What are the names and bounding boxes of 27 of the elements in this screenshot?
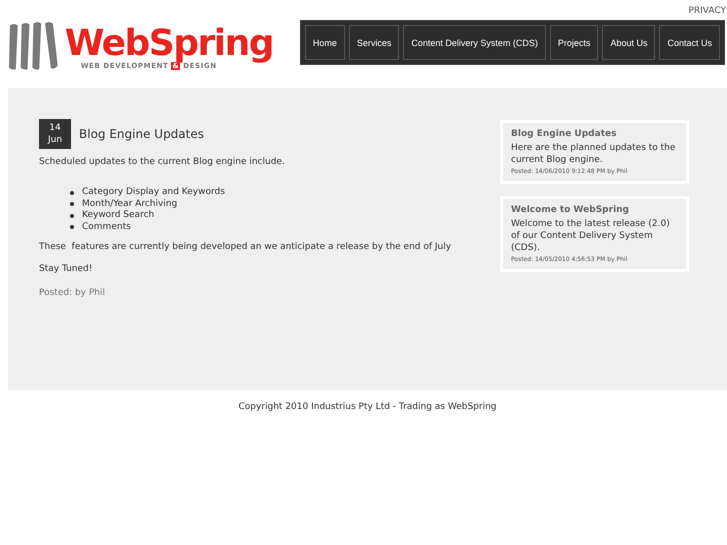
nav-link[interactable]: About Us xyxy=(602,25,656,60)
list-item-text: Category Display and Keywords xyxy=(82,187,225,198)
nav-link[interactable]: Contact Us xyxy=(659,25,720,60)
bullet-icon xyxy=(70,214,74,218)
date-badge: 14 Jun xyxy=(39,119,71,149)
news-title: Blog Engine Updates xyxy=(511,129,618,139)
list-item-text: Keyword Search xyxy=(82,210,154,222)
post-paragraph: Stay Tuned! xyxy=(39,264,94,274)
post-paragraph: These features are currently being developed an we anticipate a release by the end of July xyxy=(39,242,452,252)
nav-link[interactable]: Services xyxy=(348,25,400,60)
news-title: Welcome to WebSpring xyxy=(511,205,630,215)
bullet-icon xyxy=(70,190,74,195)
post-title: Blog Engine Updates xyxy=(79,127,204,141)
bullet-icon xyxy=(70,202,74,206)
list-item-text: Month/Year Archiving xyxy=(82,198,178,210)
logo-wordmark: WebSpring xyxy=(64,26,273,62)
list-item-text: Comments xyxy=(82,222,131,233)
privacy-link[interactable]: PRIVACY xyxy=(688,6,726,16)
news-summary: Here are the planned updates to the current Blog engine. xyxy=(511,142,676,166)
copyright-text: Copyright 2010 Industrius Pty Ltd - Trading as WebSpring xyxy=(238,402,497,412)
nav-link[interactable]: Home xyxy=(304,25,345,60)
news-summary: Welcome to the latest release (2.0) of our Content Delivery System (CDS). xyxy=(511,218,671,254)
nav-link[interactable]: Content Delivery System (CDS) xyxy=(403,25,546,60)
nav-link[interactable]: Projects xyxy=(550,25,598,60)
post-meta: Posted: by Phil xyxy=(39,288,106,298)
post-intro: Scheduled updates to the current Blog engine include. xyxy=(39,157,286,167)
bullet-icon xyxy=(70,225,74,230)
